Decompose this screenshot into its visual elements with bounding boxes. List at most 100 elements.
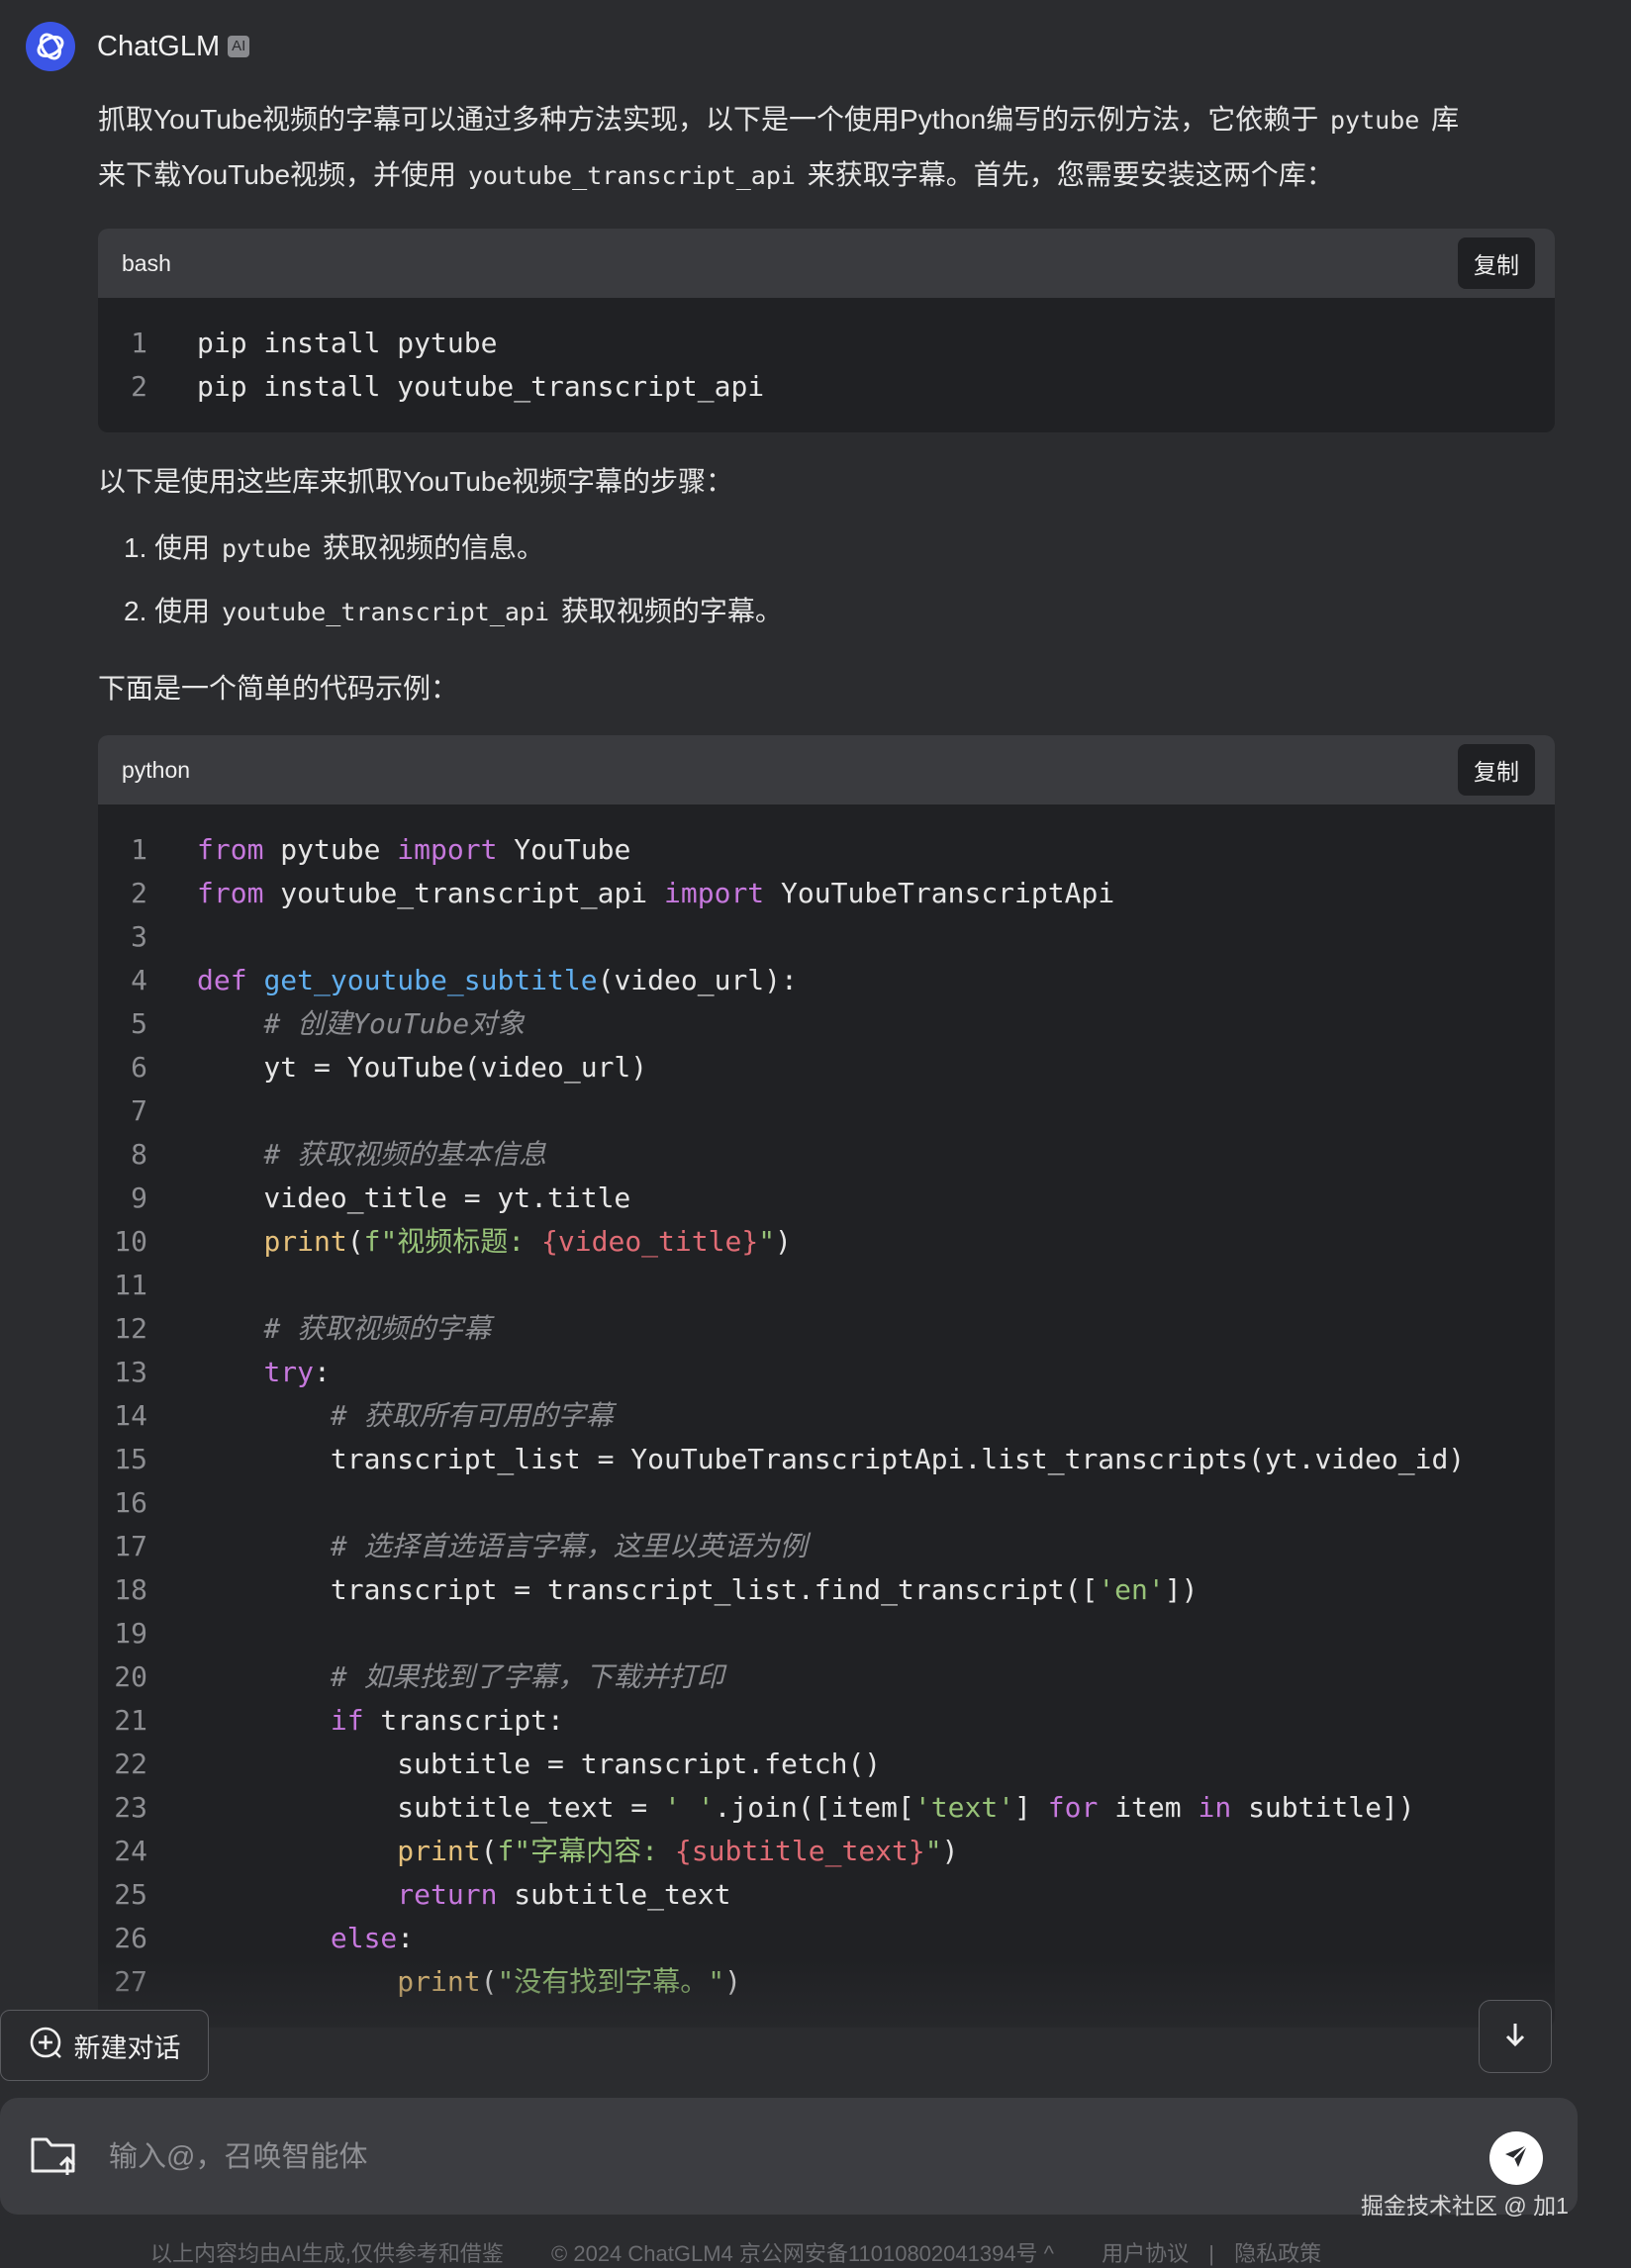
watermark: 掘金技术社区 @ 加1 <box>1361 2193 1569 2219</box>
code-token: if <box>330 1704 364 1737</box>
intro-text-2: 库 <box>1431 104 1460 135</box>
code-text: pip install youtube_transcript_api <box>197 370 765 403</box>
code-line: 17 # 选择首选语言字幕，这里以英语为例 <box>98 1525 1555 1568</box>
code-line: 8 # 获取视频的基本信息 <box>98 1133 1555 1177</box>
inline-code-pytube: pytube <box>1330 106 1420 135</box>
footer-privacy[interactable]: 隐私政策 <box>1234 2241 1321 2266</box>
step-inline-code: youtube_transcript_api <box>221 598 550 626</box>
code-token: get_youtube_subtitle <box>263 964 598 996</box>
line-number: 8 <box>131 1138 147 1171</box>
code-line: 1 pip install pytube <box>98 322 1555 365</box>
code-line: 9 video_title = yt.title <box>98 1177 1555 1220</box>
step-text: 获取视频的字幕。 <box>560 596 783 626</box>
code-token: ' ' <box>664 1791 715 1824</box>
code-token: in <box>1198 1791 1232 1824</box>
code-body: 1 pip install pytube 2 pip install youtube_… <box>98 298 1555 432</box>
code-line: 10 print(f"视频标题: {video_title} ") <box>98 1220 1555 1264</box>
code-text: pip install pytube <box>197 327 498 359</box>
code-token: 'en' <box>1098 1573 1165 1606</box>
line-number: 2 <box>131 370 147 403</box>
code-token: pytube <box>263 833 398 866</box>
line-number: 1 <box>131 833 147 866</box>
line-number: 19 <box>114 1617 147 1650</box>
code-token: ) <box>775 1225 792 1258</box>
footer-disclaimer: 以上内容均由AI生成,仅供参考和借鉴 <box>150 2241 504 2266</box>
footer: 以上内容均由AI生成,仅供参考和借鉴 © 2024 ChatGLM4 京公网安备… <box>150 2236 1363 2268</box>
copy-button[interactable]: 复制 <box>1458 744 1535 796</box>
line-number: 6 <box>131 1051 147 1084</box>
folder-upload-icon[interactable] <box>30 2131 81 2182</box>
code-block-header: bash 复制 <box>98 229 1555 298</box>
code-token: : <box>397 1922 415 1954</box>
line-number: 17 <box>114 1530 147 1562</box>
plus-circle-icon <box>29 2026 62 2066</box>
chat-input-bar <box>0 2098 1578 2215</box>
line-number: 11 <box>114 1269 147 1301</box>
assistant-message: 抓取YouTube视频的字幕可以通过多种方法实现，以下是一个使用Python编写… <box>98 92 1555 2028</box>
new-chat-label: 新建对话 <box>73 2032 181 2063</box>
code-token: transcript: <box>363 1704 564 1737</box>
intro-text-4: 来获取字幕。首先，您需要安装这两个库： <box>807 159 1334 190</box>
code-token: youtube_transcript_api <box>263 877 665 909</box>
code-token: subtitle_text <box>497 1878 731 1911</box>
footer-user-agreement[interactable]: 用户协议 <box>1102 2241 1189 2266</box>
code-token: " <box>758 1225 776 1258</box>
code-token: (video_url): <box>597 964 798 996</box>
arrow-down-icon <box>1500 2020 1530 2054</box>
footer-copyright[interactable]: © 2024 ChatGLM4 京公网安备11010802041394号 ^ <box>551 2241 1054 2266</box>
line-number: 21 <box>114 1704 147 1737</box>
send-button[interactable] <box>1489 2131 1543 2185</box>
code-token: YouTube <box>497 833 631 866</box>
code-token: print <box>397 1835 481 1867</box>
code-token: {video_title} <box>541 1225 759 1258</box>
code-token: subtitle = transcript.fetch() <box>197 1748 882 1780</box>
code-token: transcript = transcript_list.find_transc… <box>197 1573 1099 1606</box>
code-token: def <box>197 964 247 996</box>
code-line: 6 yt = YouTube(video_url) <box>98 1046 1555 1089</box>
code-line: 4 def get_youtube_subtitle (video_url): <box>98 959 1555 1002</box>
message-input[interactable] <box>107 2130 1397 2184</box>
code-block-header: python 复制 <box>98 735 1555 804</box>
code-line: 18 transcript = transcript_list.find_tra… <box>98 1568 1555 1612</box>
inline-code-transcript-api: youtube_transcript_api <box>467 161 796 190</box>
code-token: from <box>197 833 264 866</box>
line-number: 26 <box>114 1922 147 1954</box>
code-token: # 获取所有可用的字幕 <box>330 1399 614 1432</box>
copy-button[interactable]: 复制 <box>1458 237 1535 289</box>
code-token: item <box>1098 1791 1199 1824</box>
code-line: 12 # 获取视频的字幕 <box>98 1307 1555 1351</box>
code-token: # 如果找到了字幕，下载并打印 <box>330 1660 724 1693</box>
list-item: 1. 使用 pytube 获取视频的信息。 <box>124 517 1555 580</box>
code-token: ( <box>346 1225 364 1258</box>
chatglm-logo-icon <box>26 22 75 71</box>
code-line: 3 <box>98 915 1555 959</box>
line-number: 3 <box>131 920 147 953</box>
scroll-to-bottom-button[interactable] <box>1479 2000 1552 2073</box>
step-text: 使用 <box>154 596 211 626</box>
code-line: 22 subtitle = transcript.fetch() <box>98 1743 1555 1786</box>
code-token: # 获取视频的字幕 <box>263 1312 492 1345</box>
code-line: 7 <box>98 1089 1555 1133</box>
new-chat-button[interactable]: 新建对话 <box>0 2010 209 2081</box>
code-line: 21 if transcript: <box>98 1699 1555 1743</box>
code-token: .join([item[ <box>714 1791 914 1824</box>
line-number: 1 <box>131 327 147 359</box>
code-token: import <box>664 877 765 909</box>
code-token: : <box>314 1356 331 1388</box>
code-line: 26 else: <box>98 1917 1555 1960</box>
code-token: try <box>263 1356 315 1388</box>
code-token: f"视频标题: <box>363 1225 542 1258</box>
code-token: # 创建YouTube对象 <box>263 1007 526 1040</box>
code-token: # 选择首选语言字幕，这里以英语为例 <box>330 1530 808 1562</box>
code-line: 20 # 如果找到了字幕，下载并打印 <box>98 1655 1555 1699</box>
line-number: 7 <box>131 1094 147 1127</box>
code-token: for <box>1047 1791 1099 1824</box>
